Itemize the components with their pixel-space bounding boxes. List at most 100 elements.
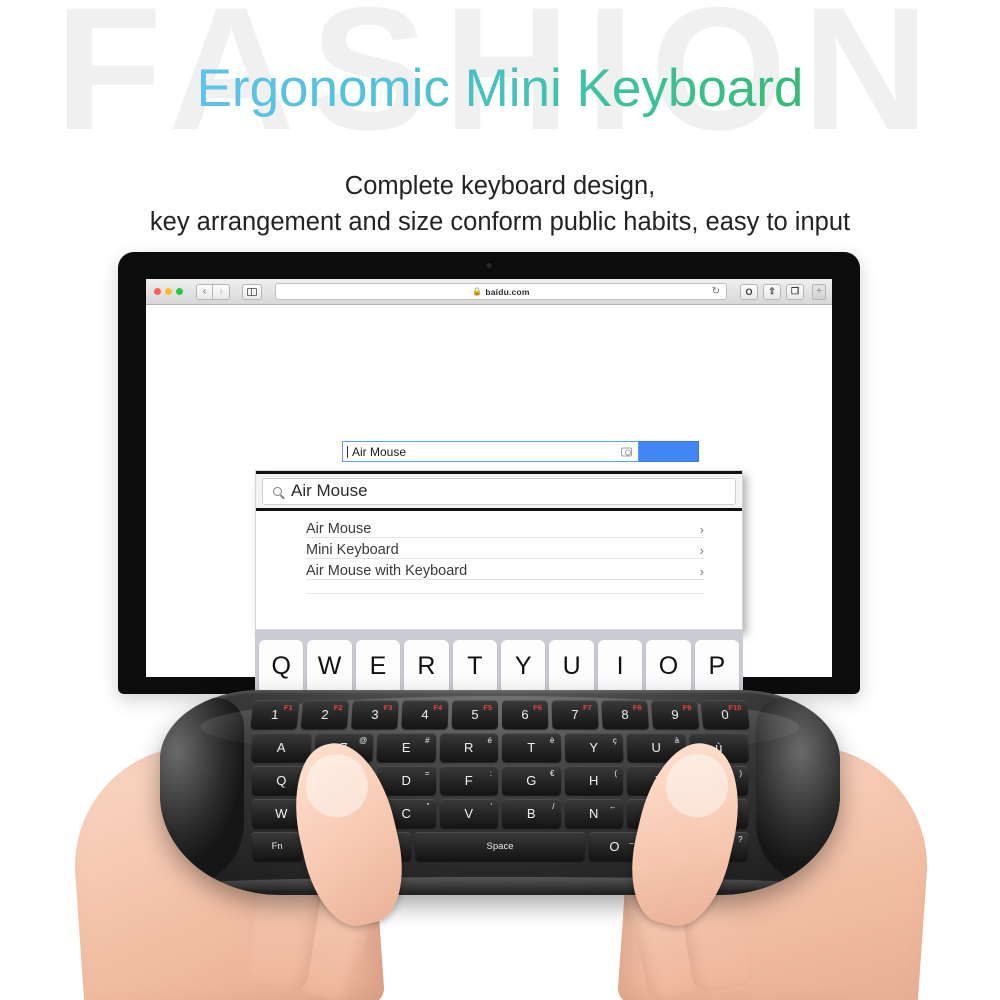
key-label: N xyxy=(589,806,599,821)
camera-lens-icon xyxy=(486,263,492,268)
search-suggestion-panel: Air Mouse Air Mouse › Mini Keyboard › Ai… xyxy=(255,470,743,630)
key-6[interactable]: 6 F6 xyxy=(501,700,549,729)
maximize-icon[interactable] xyxy=(176,288,183,295)
address-bar[interactable]: 🔒 baidu.com ↻ xyxy=(275,283,727,300)
key-fn-label: F4 xyxy=(433,703,443,713)
back-icon[interactable]: ‹ xyxy=(196,283,213,300)
key-label: T xyxy=(527,740,536,755)
key-r[interactable]: Ré xyxy=(439,733,499,762)
window-controls[interactable] xyxy=(154,288,183,295)
key-y[interactable]: Yç xyxy=(564,733,624,762)
key-d[interactable]: D = xyxy=(377,766,436,795)
key-9[interactable]: 9 F9 xyxy=(650,700,700,729)
text-caret xyxy=(347,445,348,458)
key-v[interactable]: V ' xyxy=(439,799,498,828)
reader-icon[interactable]: O xyxy=(740,283,758,300)
key-2[interactable]: 2 F2 xyxy=(300,700,350,729)
baidu-search-value: Air Mouse xyxy=(352,444,407,459)
key-f[interactable]: F: xyxy=(439,766,498,795)
osk-key-i[interactable]: I xyxy=(597,640,643,692)
key-alt-label: ← xyxy=(609,802,617,811)
page-title: Ergonomic Mini Keyboard xyxy=(0,59,1000,118)
osk-key-w[interactable]: W xyxy=(307,640,352,692)
navigation-buttons[interactable]: ‹ › xyxy=(196,283,230,300)
key-4[interactable]: 4 F4 xyxy=(401,700,449,729)
osk-key-p[interactable]: P xyxy=(694,640,740,692)
list-item[interactable]: Air Mouse with Keyboard › xyxy=(306,559,704,580)
suggestion-search-input[interactable]: Air Mouse xyxy=(262,477,736,505)
key-label: 6 xyxy=(521,707,529,722)
key-n[interactable]: N ← xyxy=(564,799,623,828)
camera-search-icon[interactable] xyxy=(621,447,632,456)
osk-key-e[interactable]: E xyxy=(355,640,401,692)
key-fn-label: F2 xyxy=(333,703,343,713)
osk-key-q[interactable]: Q xyxy=(259,640,304,692)
key-fn-label: F5 xyxy=(483,703,493,713)
toolbar-right-buttons[interactable]: O ⇧ ❐ + xyxy=(740,283,826,300)
key-alt-label: : xyxy=(489,769,492,778)
osk-key-t[interactable]: T xyxy=(452,640,498,692)
forward-icon[interactable]: › xyxy=(213,283,230,300)
close-icon[interactable] xyxy=(154,288,161,295)
browser-toolbar: ‹ › 🔒 baidu.com ↻ O ⇧ ❐ + xyxy=(146,279,832,305)
key-label: Q xyxy=(276,773,287,788)
reload-icon[interactable]: ↻ xyxy=(712,286,720,297)
key-fn[interactable]: Fn xyxy=(251,832,303,861)
page-subtitle: Complete keyboard design, key arrangemen… xyxy=(0,168,1000,240)
key-fn-label: F10 xyxy=(727,703,742,713)
osk-key-y[interactable]: Y xyxy=(501,640,546,692)
key-a[interactable]: A xyxy=(251,733,312,762)
key-label: B xyxy=(526,806,536,821)
baidu-search-row: Air Mouse xyxy=(342,441,699,462)
share-icon[interactable]: ⇧ xyxy=(763,283,781,300)
key-alt-label: ? xyxy=(737,835,743,845)
key-8[interactable]: 8 F8 xyxy=(601,700,649,729)
key-alt-label: ç xyxy=(612,736,617,746)
osk-key-r[interactable]: R xyxy=(404,640,449,692)
key-label: 3 xyxy=(370,707,380,722)
key-7[interactable]: 7 F7 xyxy=(551,700,599,729)
key-3[interactable]: 3 F3 xyxy=(351,700,399,729)
key-alt-label: ' xyxy=(490,802,492,811)
key-5[interactable]: 5 F5 xyxy=(451,700,499,729)
key-0[interactable]: 0 F10 xyxy=(700,700,750,729)
key-alt-label: # xyxy=(425,736,430,746)
key-fn-label: F7 xyxy=(582,703,592,713)
key-t[interactable]: Tè xyxy=(501,733,561,762)
key-label: 8 xyxy=(620,707,630,722)
key-alt-label: à xyxy=(674,736,680,746)
chevron-right-icon: › xyxy=(699,542,704,558)
baidu-search-button[interactable] xyxy=(639,441,699,462)
baidu-search-input[interactable]: Air Mouse xyxy=(342,441,639,462)
key-e[interactable]: E # xyxy=(376,733,436,762)
key-fn-label: F9 xyxy=(682,703,692,713)
key-label: 5 xyxy=(471,707,479,722)
suggestion-label: Air Mouse with Keyboard xyxy=(306,563,468,579)
minimize-icon[interactable] xyxy=(165,288,172,295)
key-1[interactable]: 1 F1 xyxy=(250,700,300,729)
key-alt-label: è xyxy=(549,736,555,746)
key-h[interactable]: H( xyxy=(564,766,623,795)
address-bar-url: baidu.com xyxy=(485,286,530,297)
osk-key-u[interactable]: U xyxy=(549,640,594,692)
tabs-icon[interactable]: ❐ xyxy=(786,283,804,300)
key-label: G xyxy=(526,773,537,788)
key-space[interactable]: Space xyxy=(414,832,586,861)
new-tab-icon[interactable]: + xyxy=(812,283,826,300)
key-label: 2 xyxy=(320,707,330,722)
key-b[interactable]: B / xyxy=(502,799,561,828)
sidebar-toggle-icon[interactable] xyxy=(242,283,262,300)
key-alt-label: ( xyxy=(614,769,617,778)
list-item[interactable]: Air Mouse › xyxy=(306,517,704,538)
osk-key-o[interactable]: O xyxy=(646,640,691,692)
lock-icon: 🔒 xyxy=(472,287,483,296)
key-alt-label: _ xyxy=(629,835,634,845)
key-g[interactable]: G € xyxy=(502,766,561,795)
page-title-text: Ergonomic Mini Keyboard xyxy=(196,59,804,118)
onscreen-keyboard-row: Q W E R T Y U I O P xyxy=(255,630,743,692)
keyboard-number-row: 1 F1 2 F2 3 F3 4 F4 5 F5 6 F6 7 F7 8 F8 9 F9 0 F10 xyxy=(250,700,750,729)
key-alt-label: @ xyxy=(358,736,368,746)
key-label: E xyxy=(401,740,411,755)
list-item[interactable]: Mini Keyboard › xyxy=(306,538,704,559)
subtitle-line-1: Complete keyboard design, xyxy=(344,172,656,200)
